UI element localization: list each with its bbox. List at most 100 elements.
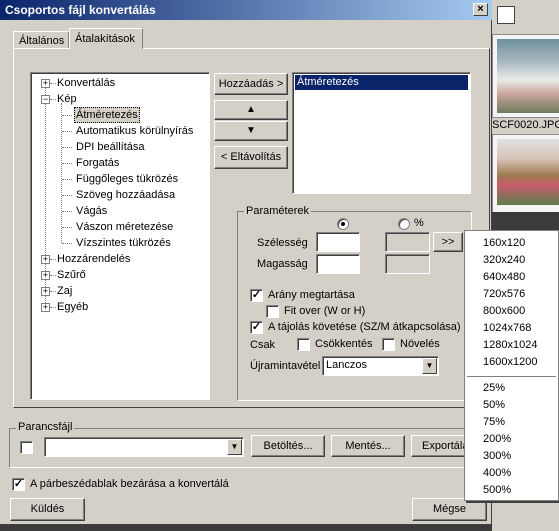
cancel-button[interactable]: Mégse [412,498,487,521]
percent-label: % [414,217,424,229]
resample-label: Újramintavétel [250,360,321,372]
fit-over-label: Fit over (W or H) [284,305,366,317]
expand-icon[interactable]: + [41,79,50,88]
tree-item-atmeretezes[interactable]: Átméretezés [31,107,207,123]
remove-button[interactable]: < Eltávolítás [214,146,288,169]
save-button[interactable]: Mentés... [331,435,405,457]
close-after-label: A párbeszédablak bezárása a konvertálá [30,478,229,490]
tree-item-label: Zaj [57,285,73,297]
menu-item[interactable]: 300% [465,448,558,465]
tree-item-label: Egyéb [57,301,89,313]
tree-item-label: Hozzárendelés [57,253,131,265]
width-label: Szélesség [257,237,308,249]
dialog-title: Csoportos fájl konvertálás [5,3,156,17]
pixel-radio[interactable] [337,218,349,230]
parameters-title: Paraméterek [244,205,311,217]
tree-item-label: Szűrő [57,269,86,281]
tree-item-label: Függőleges tükrözés [76,173,179,185]
tree-item-kep[interactable]: − Kép [31,91,207,107]
menu-item[interactable]: 200% [465,431,558,448]
expand-icon[interactable]: + [41,255,50,264]
height-label: Magasság [257,258,308,270]
tree-item-egyeb[interactable]: + Egyéb [31,299,207,315]
list-item[interactable]: Átméretezés [295,75,468,90]
tree-item-label: Forgatás [76,157,120,169]
keep-ratio-label: Arány megtartása [268,289,355,301]
applied-transforms-list[interactable]: Átméretezés [292,72,471,194]
height-input[interactable] [316,254,360,274]
transform-tree[interactable]: + Konvertálás − Kép Átméretezés Automati… [30,72,210,400]
expand-icon[interactable]: + [41,287,50,296]
collapse-icon[interactable]: − [41,95,50,104]
resample-select[interactable]: Lanczos ▼ [322,356,439,376]
menu-item[interactable]: 160x120 [465,235,558,252]
tree-item-label: DPI beállítása [76,141,145,153]
increase-checkbox[interactable] [382,338,395,351]
add-button[interactable]: Hozzáadás > [214,73,288,95]
menu-item[interactable]: 50% [465,397,558,414]
tree-item-label: Vágás [76,205,108,217]
tree-item-label: Automatikus körülnyírás [76,125,194,137]
menu-item[interactable]: 720x576 [465,286,558,303]
toolbar-icon[interactable] [497,6,515,24]
close-button[interactable]: × [473,3,488,16]
tab-transforms[interactable]: Átalakítások [69,28,143,49]
script-file-checkbox[interactable] [20,441,33,454]
menu-item[interactable]: 500% [465,482,558,499]
width-percent-input[interactable] [385,232,430,252]
menu-item[interactable]: 1600x1200 [465,354,558,371]
tree-item-label: Szöveg hozzáadása [76,189,176,201]
menu-separator [467,376,556,377]
menu-item[interactable]: 25% [465,380,558,397]
menu-item[interactable]: 1280x1024 [465,337,558,354]
menu-item[interactable]: 75% [465,414,558,431]
menu-item[interactable]: 640x480 [465,269,558,286]
radio-dot [341,222,345,226]
preset-size-menu[interactable]: 160x120 320x240 640x480 720x576 800x600 … [464,230,559,501]
close-after-checkbox[interactable]: ✓ [12,478,25,491]
tree-item-konvertalas[interactable]: + Konvertálás [31,75,207,91]
script-file-select[interactable]: ▼ [44,437,244,457]
tree-item-label: Átméretezés [74,107,140,123]
keep-ratio-checkbox[interactable]: ✓ [250,289,263,302]
convert-button[interactable]: Küldés [10,498,85,521]
width-input[interactable] [316,232,360,252]
chevron-down-icon[interactable]: ▼ [227,439,242,455]
decrease-label: Csökkentés [315,338,373,350]
menu-item[interactable]: 400% [465,465,558,482]
thumbnail-image [497,39,559,113]
tab-general[interactable]: Általános [13,31,69,49]
tree-item-label: Kép [57,93,77,105]
thumbnail-image [497,139,559,205]
expand-icon[interactable]: + [41,303,50,312]
load-button[interactable]: Betöltés... [251,435,325,457]
menu-item[interactable]: 320x240 [465,252,558,269]
tree-item-szuro[interactable]: + Szűrő [31,267,207,283]
menu-item[interactable]: 1024x768 [465,320,558,337]
tree-item-zaj[interactable]: + Zaj [31,283,207,299]
script-file-title: Parancsfájl [16,421,75,433]
tree-item-label: Vízszintes tükrözés [76,237,171,249]
tree-item-hozzarendeles[interactable]: + Hozzárendelés [31,251,207,267]
only-label: Csak [250,339,276,351]
follow-orientation-label: A tájolás követése (SZ/M átkapcsolása) [268,321,461,333]
decrease-checkbox[interactable] [297,338,310,351]
fit-over-checkbox[interactable] [266,305,279,318]
move-up-button[interactable]: ▲ [214,100,288,120]
height-percent-input[interactable] [385,254,430,274]
move-down-button[interactable]: ▼ [214,121,288,141]
batch-convert-dialog: Csoportos fájl konvertálás × Általános Á… [0,0,492,525]
thumbnail-frame[interactable] [492,34,559,118]
tree-item-label: Vászon méretezése [76,221,174,233]
presets-button[interactable]: >> [433,232,463,252]
expand-icon[interactable]: + [41,271,50,280]
percent-radio[interactable] [398,218,410,230]
title-bar[interactable]: Csoportos fájl konvertálás × [0,0,492,20]
chevron-down-icon[interactable]: ▼ [422,358,437,374]
background-strip [492,212,559,232]
thumbnail-frame[interactable] [492,134,559,214]
increase-label: Növelés [400,338,440,350]
menu-item[interactable]: 800x600 [465,303,558,320]
thumbnail-caption: SCF0020.JPG [492,119,559,131]
follow-orientation-checkbox[interactable]: ✓ [250,321,263,334]
